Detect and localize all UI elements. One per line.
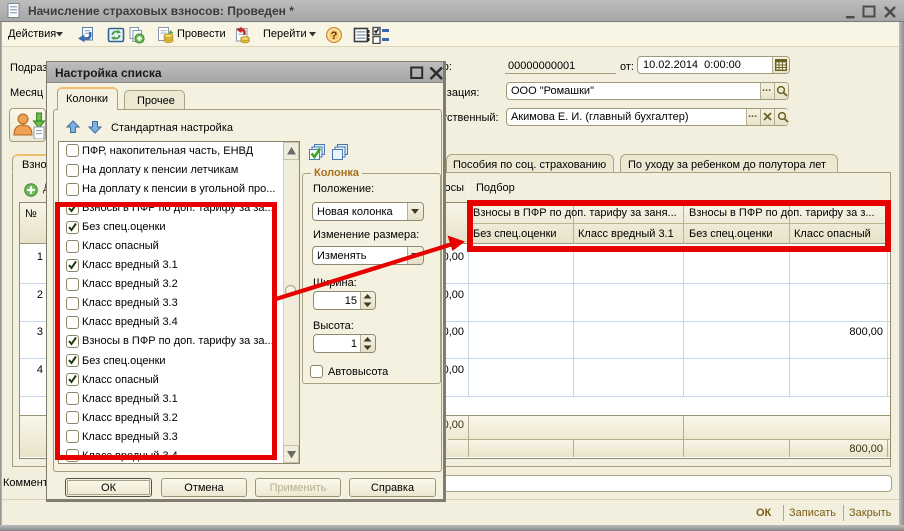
svg-text:?: ? [331,30,338,42]
